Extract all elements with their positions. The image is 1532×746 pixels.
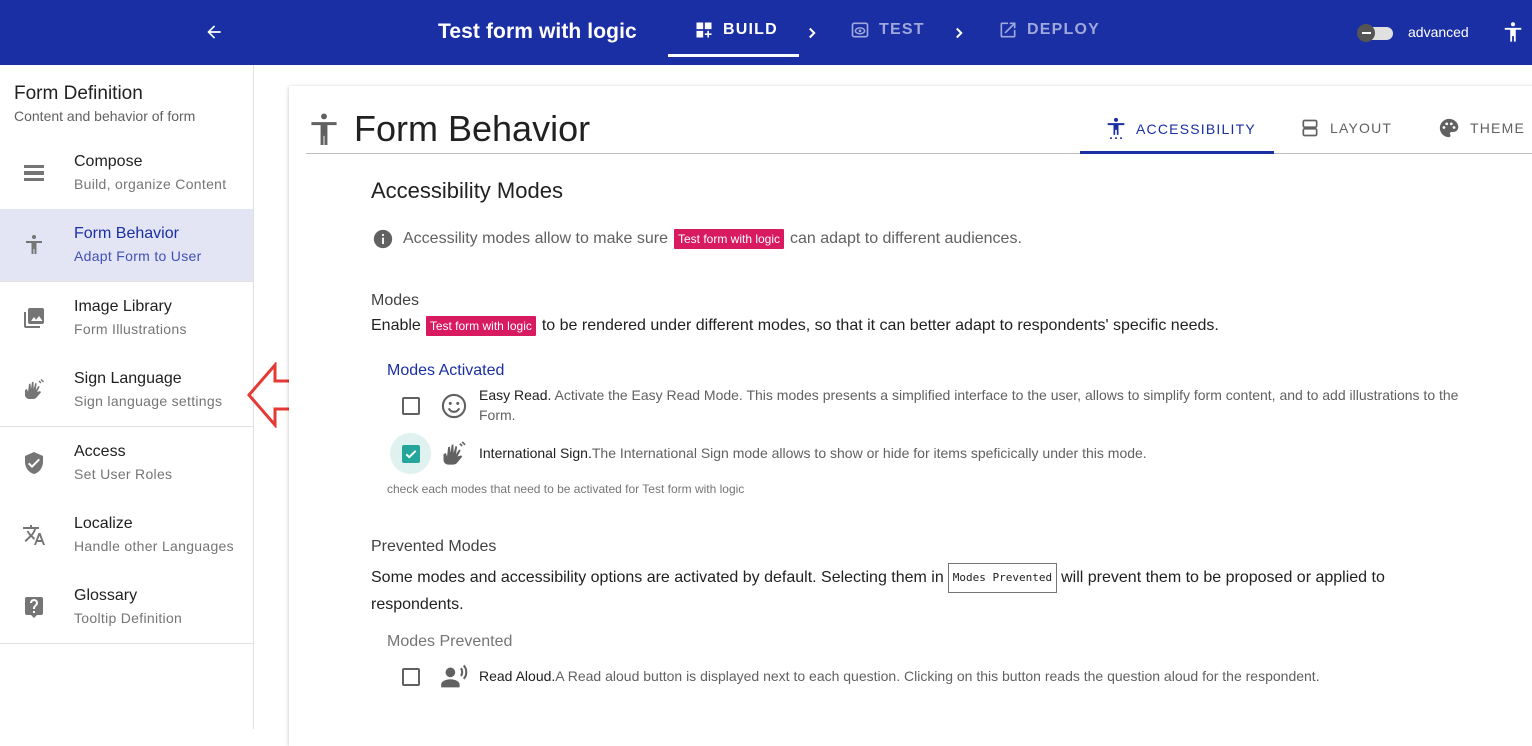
sidebar: Form Definition Content and behavior of … [0,65,254,729]
read-aloud-desc: A Read aloud button is displayed next to… [555,668,1320,684]
step-test-label: TEST [879,21,925,38]
international-sign-desc: The International Sign mode allows to sh… [591,445,1147,461]
sidebar-item-label: Form Behavior [74,225,179,242]
page-title: Form Behavior [354,108,591,149]
sidebar-item-label: Access [74,443,126,460]
read-aloud-checkbox[interactable] [402,668,420,686]
shield-icon [25,452,43,474]
international-sign-name: International Sign. [479,445,592,461]
sidebar-title: Form Definition [14,83,143,104]
advanced-toggle[interactable] [1357,24,1395,42]
translate-icon [23,525,45,545]
modes-text-after: to be rendered under different modes, so… [541,317,1219,334]
modes-prevented-label: Modes Prevented [387,633,513,650]
tab-theme-label: THEME [1470,120,1525,136]
sidebar-item-label: Compose [74,153,143,170]
sidebar-item-sublabel: Sign language settings [74,393,223,409]
form-name-chip: Test form with logic [673,229,785,249]
tabs-divider [306,153,1532,154]
prevented-modes-description: Some modes and accessibility options are… [371,563,1431,617]
modes-helper-text: check each modes that need to be activat… [387,482,745,496]
accessibility-icon [26,235,42,254]
tab-layout[interactable]: LAYOUT [1300,117,1392,139]
preview-icon [851,22,869,38]
info-icon [373,229,393,249]
sign-language-icon [25,379,44,399]
step-build[interactable]: BUILD [694,20,778,40]
top-app-bar: Test form with logic BUILD TEST DEPLOY a… [0,0,1532,65]
arrow-left-icon [207,25,221,39]
step-build-label: BUILD [723,21,778,38]
image-icon [24,308,44,328]
record-voice-icon [441,664,468,688]
layout-icon [1302,119,1318,137]
sidebar-divider [0,643,253,644]
read-aloud-description: Read Aloud.A Read aloud button is displa… [479,666,1469,686]
sidebar-item-sublabel: Build, organize Content [74,176,227,192]
sidebar-item-glossary[interactable]: Glossary Tooltip Definition [0,571,253,643]
sidebar-item-sign-language[interactable]: Sign Language Sign language settings [0,354,253,426]
smiley-icon [441,393,467,419]
easy-read-name: Easy Read. [479,387,552,403]
sign-language-icon [443,441,466,465]
modes-description: Enable Test form with logic to be render… [371,316,1219,336]
tab-layout-label: LAYOUT [1330,120,1393,136]
step-deploy-label: DEPLOY [1027,21,1100,38]
section-title: Accessibility Modes [371,178,563,203]
info-line: Accessility modes allow to make sure Tes… [372,228,1022,250]
sidebar-item-access[interactable]: Access Set User Roles [0,427,253,499]
accessibility-icon [1107,117,1125,140]
compose-icon [24,165,44,181]
sidebar-item-label: Glossary [74,587,138,604]
step-deploy[interactable]: DEPLOY [998,20,1100,40]
sidebar-item-sublabel: Adapt Form to User [74,248,202,264]
chevron-right-icon [809,27,816,39]
tab-accessibility[interactable]: ACCESSIBILITY [1106,117,1256,141]
advanced-label: advanced [1408,24,1469,40]
open-external-icon [1000,22,1016,38]
sidebar-item-localize[interactable]: Localize Handle other Languages [0,499,253,571]
palette-icon [1439,118,1459,138]
sidebar-item-compose[interactable]: Compose Build, organize Content [0,137,253,209]
accessibility-icon [311,113,337,145]
prevented-text-before: Some modes and accessibility options are… [371,569,944,586]
info-text-after: can adapt to different audiences. [790,230,1022,247]
sidebar-item-label: Image Library [74,298,172,315]
international-sign-description: International Sign.The International Sig… [479,443,1469,463]
back-button[interactable] [200,18,228,46]
info-text-before: Accessility modes allow to make sure [403,230,668,247]
sidebar-item-sublabel: Form Illustrations [74,321,187,337]
tab-indicator [1080,151,1274,154]
prevented-modes-heading: Prevented Modes [371,538,497,555]
easy-read-checkbox[interactable] [402,397,420,415]
read-aloud-name: Read Aloud. [479,668,556,684]
sidebar-item-label: Sign Language [74,370,182,387]
step-indicator [668,54,799,57]
sidebar-item-sublabel: Handle other Languages [74,538,234,554]
tab-accessibility-label: ACCESSIBILITY [1136,121,1256,137]
form-name-chip: Test form with logic [425,316,536,336]
toggle-knob [1357,24,1375,42]
modes-text-before: Enable [371,317,421,334]
build-icon [696,22,712,38]
sidebar-item-sublabel: Tooltip Definition [74,610,183,626]
easy-read-description: Easy Read. Activate the Easy Read Mode. … [479,385,1469,425]
modes-heading: Modes [371,292,420,309]
check-icon [405,450,417,459]
modes-activated-label: Modes Activated [387,362,505,379]
sidebar-item-image-library[interactable]: Image Library Form Illustrations [0,282,253,354]
easy-read-desc: Activate the Easy Read Mode. This modes … [479,387,1459,423]
sidebar-item-sublabel: Set User Roles [74,466,173,482]
accessibility-icon[interactable] [1502,19,1524,45]
step-test[interactable]: TEST [850,20,925,40]
form-title: Test form with logic [438,20,637,43]
tab-theme[interactable]: THEME [1438,117,1525,139]
modes-prevented-chip: Modes Prevented [947,563,1058,593]
chevron-right-icon [956,27,963,39]
international-sign-checkbox[interactable] [402,445,420,463]
help-icon [25,597,43,618]
sidebar-item-form-behavior[interactable]: Form Behavior Adapt Form to User [0,209,253,281]
sidebar-item-label: Localize [74,515,133,532]
sidebar-subtitle: Content and behavior of form [14,108,196,124]
